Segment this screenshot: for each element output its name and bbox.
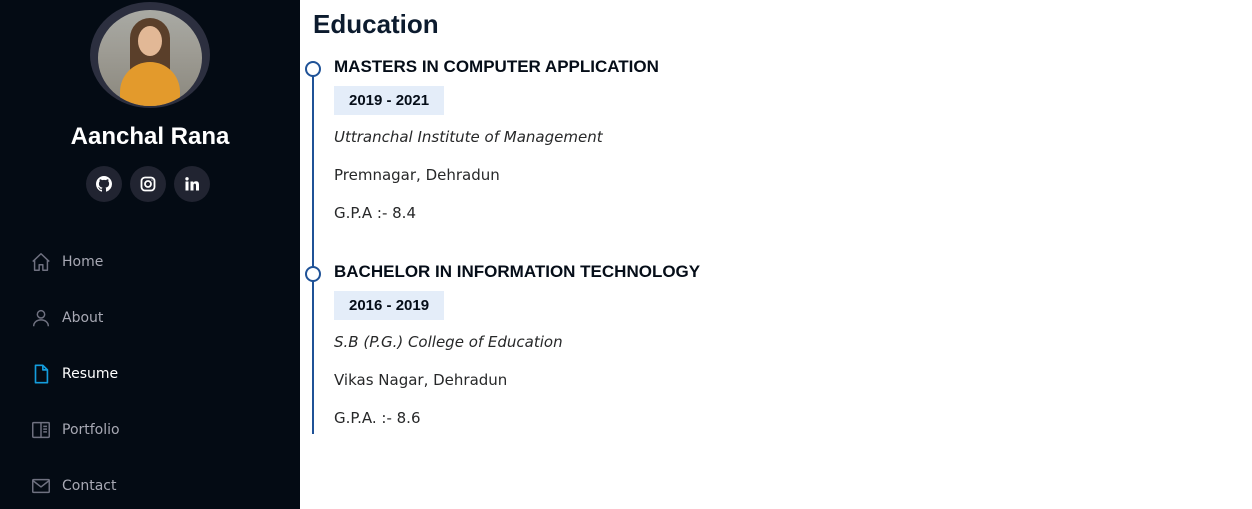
nav-label: Resume [62,366,119,382]
book-icon [30,419,52,441]
years-badge: 2019 - 2021 [334,86,445,115]
education-item: MASTERS IN COMPUTER APPLICATION 2019 - 2… [305,58,659,222]
institute-name: S.B (P.G.) College of Education [334,333,563,351]
nav-item-home[interactable]: Home [30,234,120,290]
avatar [90,2,210,108]
home-icon [30,251,52,273]
degree-title: BACHELOR IN INFORMATION TECHNOLOGY [334,262,701,281]
file-icon [30,363,52,385]
github-link[interactable] [86,166,122,202]
education-item: BACHELOR IN INFORMATION TECHNOLOGY 2016 … [305,263,700,427]
location: Vikas Nagar, Dehradun [334,371,508,389]
nav-label: Portfolio [62,422,120,438]
linkedin-icon [185,177,199,191]
section-title: Education [313,9,439,39]
instagram-link[interactable] [130,166,166,202]
timeline-dot [305,266,321,282]
profile-photo [98,10,202,106]
years-badge: 2016 - 2019 [334,291,445,320]
linkedin-link[interactable] [174,166,210,202]
envelope-icon [30,475,52,497]
nav-item-resume[interactable]: Resume [30,346,120,402]
main-nav: Home About Resume Portfolio Contact [30,234,120,509]
sidebar: Aanchal Rana Home About Resume Portfolio… [0,0,300,509]
resume-section: Education MASTERS IN COMPUTER APPLICATIO… [300,0,1252,509]
timeline-line [312,66,314,434]
nav-item-contact[interactable]: Contact [30,458,120,509]
nav-item-about[interactable]: About [30,290,120,346]
nav-label: About [62,310,104,326]
social-links [86,166,210,202]
gpa: G.P.A. :- 8.6 [334,409,421,427]
degree-title: MASTERS IN COMPUTER APPLICATION [334,57,659,76]
profile-name: Aanchal Rana [70,123,230,150]
instagram-icon [140,176,156,192]
nav-label: Contact [62,478,117,494]
timeline-dot [305,61,321,77]
institute-name: Uttranchal Institute of Management [334,128,603,146]
nav-label: Home [62,254,104,270]
nav-item-portfolio[interactable]: Portfolio [30,402,120,458]
gpa: G.P.A :- 8.4 [334,204,416,222]
github-icon [96,176,112,192]
person-icon [30,307,52,329]
location: Premnagar, Dehradun [334,166,500,184]
